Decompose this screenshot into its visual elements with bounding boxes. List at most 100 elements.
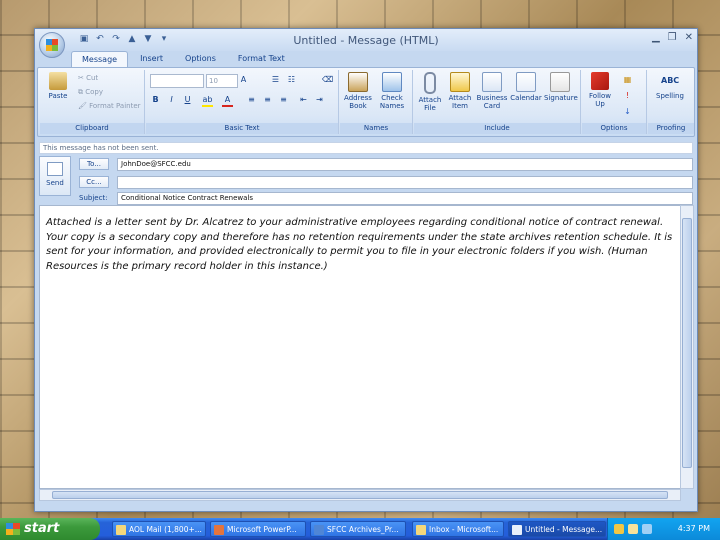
aol-icon [116,525,126,535]
calendar-icon [516,72,536,92]
tab-format-text[interactable]: Format Text [228,51,295,67]
include-group-label: Include [414,123,580,134]
align-left-icon[interactable]: ≡ [246,94,257,105]
message-body[interactable]: Attached is a letter sent by Dr. Alcatre… [39,205,681,489]
cut-button[interactable]: ✂ Cut [78,74,98,82]
align-center-icon[interactable]: ≡ [262,94,273,105]
business-card-button[interactable]: Business Card [476,72,508,110]
options-group-label: Options [582,123,646,134]
font-name-select[interactable] [150,74,204,88]
message-icon [512,525,522,535]
windows-flag-icon [6,522,20,535]
window-title: Untitled - Message (HTML) [293,34,439,47]
proofing-group: ABC Spelling Proofing [648,70,694,134]
clipboard-group-label: Clipboard [40,123,144,134]
basic-text-group-label: Basic Text [146,123,338,134]
signature-button[interactable]: Signature [544,72,578,102]
low-importance-icon[interactable]: ↓ [622,106,633,117]
spelling-button[interactable]: ABC Spelling [654,72,686,100]
italic-icon[interactable]: I [166,94,177,105]
address-book-icon [348,72,368,92]
options-group: Follow Up ▦ ! ↓ Options [582,70,647,134]
business-card-icon [482,72,502,92]
categorize-icon[interactable]: ▦ [622,74,633,85]
signature-icon [550,72,570,92]
tray-network-icon[interactable] [642,524,652,534]
check-names-icon [382,72,402,92]
system-tray: 4:37 PM [607,518,720,540]
increase-indent-icon[interactable]: ⇥ [314,94,325,105]
calendar-button[interactable]: Calendar [510,72,542,102]
taskbar-item-sfcc-archives[interactable]: SFCC Archives_Pr... [310,521,406,537]
include-group: Attach File Attach Item Business Card Ca… [414,70,581,134]
highlight-icon[interactable]: ab [202,94,213,107]
taskbar-item-untitled-message[interactable]: Untitled - Message... [508,521,606,537]
clock: 4:37 PM [677,524,710,533]
names-group-label: Names [340,123,412,134]
copy-button[interactable]: ⧉ Copy [78,88,103,97]
names-group: Address Book Check Names Names [340,70,413,134]
proofing-group-label: Proofing [648,123,694,134]
follow-up-button[interactable]: Follow Up [584,72,616,108]
cc-button[interactable]: Cc... [79,176,109,188]
clipboard-group: Paste ✂ Cut ⧉ Copy 🖌 Format Painter Clip… [40,70,145,134]
to-button[interactable]: To... [79,158,109,170]
bold-icon[interactable]: B [150,94,161,105]
clear-format-icon[interactable]: ⌫ [322,74,333,85]
title-bar: ▣ ↶ ↷ ▲ ▼ ▾ Untitled - Message (HTML) ▁ … [35,29,697,51]
spelling-icon: ABC [661,76,680,85]
flag-icon [591,72,609,90]
font-size-select[interactable]: 10 [206,74,238,88]
taskbar-item-powerpoint[interactable]: Microsoft PowerP... [210,521,306,537]
check-names-button[interactable]: Check Names [376,72,408,110]
grow-font-icon[interactable]: A [238,74,249,85]
office-logo-icon [46,39,58,51]
close-icon[interactable]: ✕ [685,32,693,43]
ribbon: Paste ✂ Cut ⧉ Copy 🖌 Format Painter Clip… [37,67,695,137]
to-field[interactable]: JohnDoe@SFCC.edu [117,158,693,171]
subject-label: Subject: [79,194,108,202]
tray-outlook-icon[interactable] [628,524,638,534]
outlook-message-window: ▣ ↶ ↷ ▲ ▼ ▾ Untitled - Message (HTML) ▁ … [34,28,698,512]
vertical-scrollbar[interactable] [680,205,694,489]
decrease-indent-icon[interactable]: ⇤ [298,94,309,105]
window-controls: ▁ ❐ ✕ [652,32,693,43]
cc-field[interactable] [117,176,693,189]
attach-file-button[interactable]: Attach File [414,72,446,112]
send-button[interactable]: Send [39,156,71,196]
bullets-icon[interactable]: ☰ [270,74,281,85]
basic-text-group: 10 A ☰ ☷ ⌫ B I U ab A ≡ ≡ ≡ ⇤ ⇥ Basic Te… [146,70,339,134]
paste-icon [49,72,67,90]
underline-icon[interactable]: U [182,94,193,105]
powerpoint-icon [214,525,224,535]
format-painter-button[interactable]: 🖌 Format Painter [78,102,141,110]
numbering-icon[interactable]: ☷ [286,74,297,85]
align-right-icon[interactable]: ≡ [278,94,289,105]
taskbar: start AOL Mail (1,800+... Microsoft Powe… [0,518,720,540]
attach-item-button[interactable]: Attach Item [444,72,476,110]
word-icon [314,525,324,535]
start-button[interactable]: start [0,518,100,540]
vertical-scroll-thumb[interactable] [682,218,692,468]
high-importance-icon[interactable]: ! [622,90,633,101]
tab-message[interactable]: Message [71,51,129,67]
office-button[interactable] [39,32,65,58]
taskbar-item-aol-mail[interactable]: AOL Mail (1,800+... [112,521,206,537]
horizontal-scrollbar[interactable] [39,489,681,501]
minimize-icon[interactable]: ▁ [652,32,660,43]
info-bar: This message has not been sent. [39,142,693,154]
outlook-icon [416,525,426,535]
paste-button[interactable]: Paste [42,72,74,100]
maximize-icon[interactable]: ❐ [668,32,677,43]
subject-field[interactable]: Conditional Notice Contract Renewals [117,192,693,205]
tray-shield-icon[interactable] [614,524,624,534]
horizontal-scroll-thumb[interactable] [52,491,668,499]
tab-options[interactable]: Options [175,51,226,67]
taskbar-item-inbox[interactable]: Inbox - Microsoft... [412,521,504,537]
address-book-button[interactable]: Address Book [342,72,374,110]
send-envelope-icon [47,162,63,176]
tab-insert[interactable]: Insert [130,51,173,67]
paperclip-icon [424,72,436,94]
envelope-icon [450,72,470,92]
font-color-icon[interactable]: A [222,94,233,107]
